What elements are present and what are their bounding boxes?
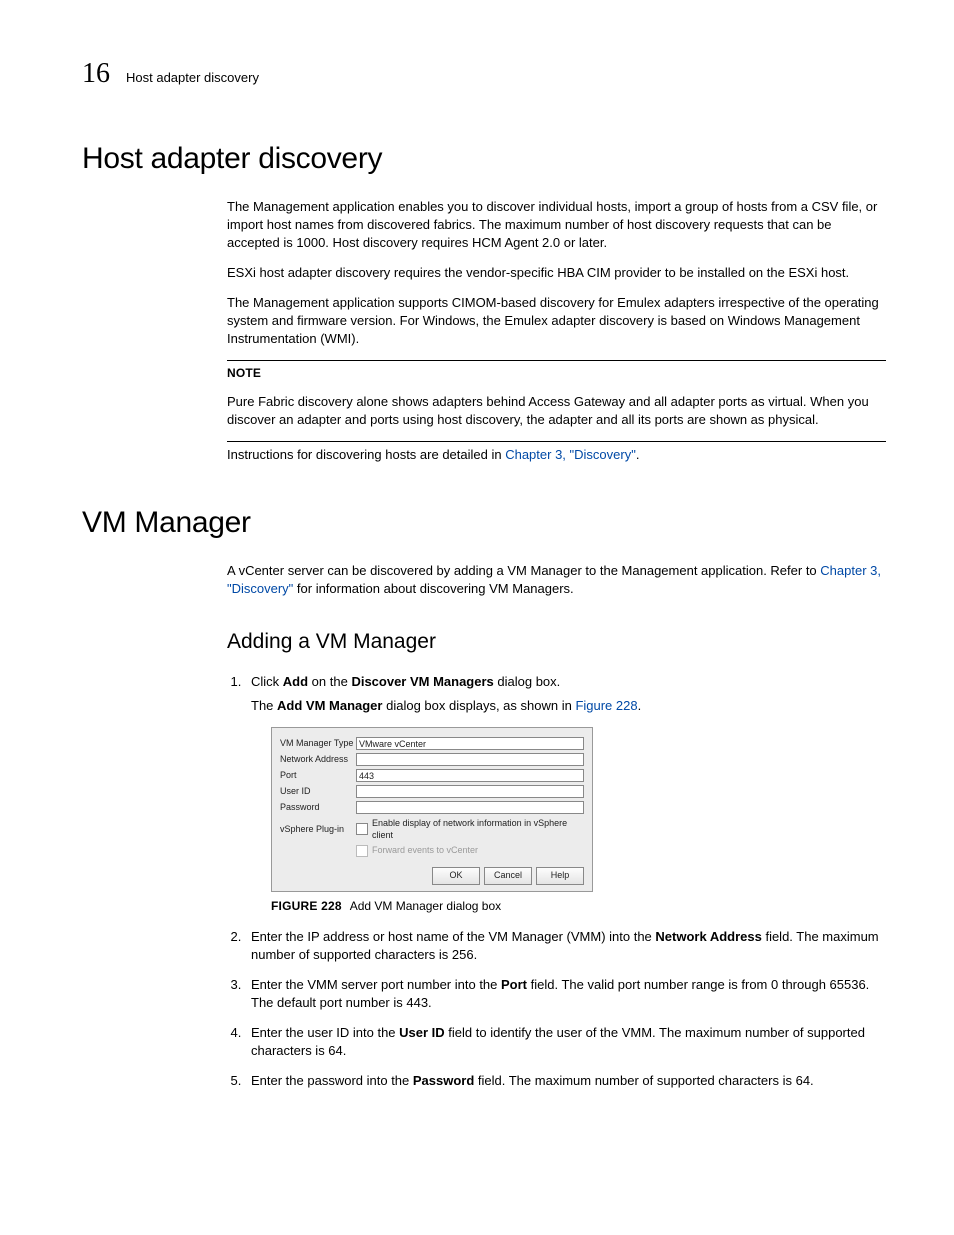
header-section-name: Host adapter discovery [126,70,259,85]
step3-b: Port [501,977,527,992]
note-bottom-rule [227,441,886,442]
network-address-field[interactable] [356,753,584,766]
figure-label: FIGURE 228 [271,899,342,913]
user-id-field[interactable] [356,785,584,798]
ok-button[interactable]: OK [432,867,480,885]
user-id-label: User ID [280,785,356,797]
network-address-label: Network Address [280,753,356,765]
section1-body: The Management application enables you t… [227,198,886,464]
vm-type-field[interactable]: VMware vCenter [356,737,584,750]
vsphere-checkbox[interactable] [356,823,368,835]
step1-b: Add [283,674,308,689]
step1-d: Discover VM Managers [351,674,493,689]
section1-p3: The Management application supports CIMO… [227,294,886,348]
step1-sub-d: . [638,698,642,713]
port-field[interactable]: 443 [356,769,584,782]
instr-suffix: . [636,447,640,462]
step5-a: Enter the password into the [251,1073,413,1088]
step4-a: Enter the user ID into the [251,1025,399,1040]
step-4: Enter the user ID into the User ID field… [245,1024,886,1060]
step1-sub-b: Add VM Manager [277,698,382,713]
step1-c: on the [308,674,351,689]
step2-b: Network Address [655,929,761,944]
step1-sub-a: The [251,698,277,713]
step-3: Enter the VMM server port number into th… [245,976,886,1012]
step1-sub: The Add VM Manager dialog box displays, … [251,697,886,715]
intro-prefix: A vCenter server can be discovered by ad… [227,563,820,578]
step4-b: User ID [399,1025,445,1040]
instr-prefix: Instructions for discovering hosts are d… [227,447,505,462]
intro-suffix: for information about discovering VM Man… [293,581,573,596]
add-vm-manager-dialog: VM Manager Type VMware vCenter Network A… [271,727,593,892]
section-title-vm-manager: VM Manager [82,506,886,540]
section2-intro: A vCenter server can be discovered by ad… [227,562,886,598]
vsphere-checkbox-text: Enable display of network information in… [372,817,584,842]
step-2: Enter the IP address or host name of the… [245,928,886,964]
vsphere-label: vSphere Plug-in [280,823,356,835]
step1-a: Click [251,674,283,689]
cancel-button[interactable]: Cancel [484,867,532,885]
step-1: Click Add on the Discover VM Managers di… [245,673,886,915]
note-top-rule [227,360,886,361]
section-title-host-adapter: Host adapter discovery [82,142,886,176]
running-header: 16 Host adapter discovery [82,58,886,90]
step1-sub-c: dialog box displays, as shown in [382,698,575,713]
section1-p2: ESXi host adapter discovery requires the… [227,264,886,282]
figure-228-link[interactable]: Figure 228 [575,698,637,713]
discovery-chapter-link[interactable]: Chapter 3, "Discovery" [505,447,636,462]
help-button[interactable]: Help [536,867,584,885]
step3-a: Enter the VMM server port number into th… [251,977,501,992]
step5-b: Password [413,1073,474,1088]
password-field[interactable] [356,801,584,814]
step2-a: Enter the IP address or host name of the… [251,929,655,944]
note-label: NOTE [227,365,886,382]
section1-p1: The Management application enables you t… [227,198,886,252]
password-label: Password [280,801,356,813]
figure-caption: FIGURE 228 Add VM Manager dialog box [271,898,886,915]
forward-events-checkbox [356,845,368,857]
step1-e: dialog box. [494,674,561,689]
steps-list: Click Add on the Discover VM Managers di… [227,673,886,1090]
section2-body: A vCenter server can be discovered by ad… [227,562,886,1090]
step5-c: field. The maximum number of supported c… [474,1073,813,1088]
vm-type-label: VM Manager Type [280,737,356,749]
figure-caption-text: Add VM Manager dialog box [350,899,501,913]
section1-instructions: Instructions for discovering hosts are d… [227,446,886,464]
subsection-adding-vm-manager: Adding a VM Manager [227,628,886,657]
note-text: Pure Fabric discovery alone shows adapte… [227,393,886,429]
chapter-number: 16 [82,58,110,90]
port-label: Port [280,769,356,781]
step-5: Enter the password into the Password fie… [245,1072,886,1090]
forward-events-text: Forward events to vCenter [372,844,478,856]
